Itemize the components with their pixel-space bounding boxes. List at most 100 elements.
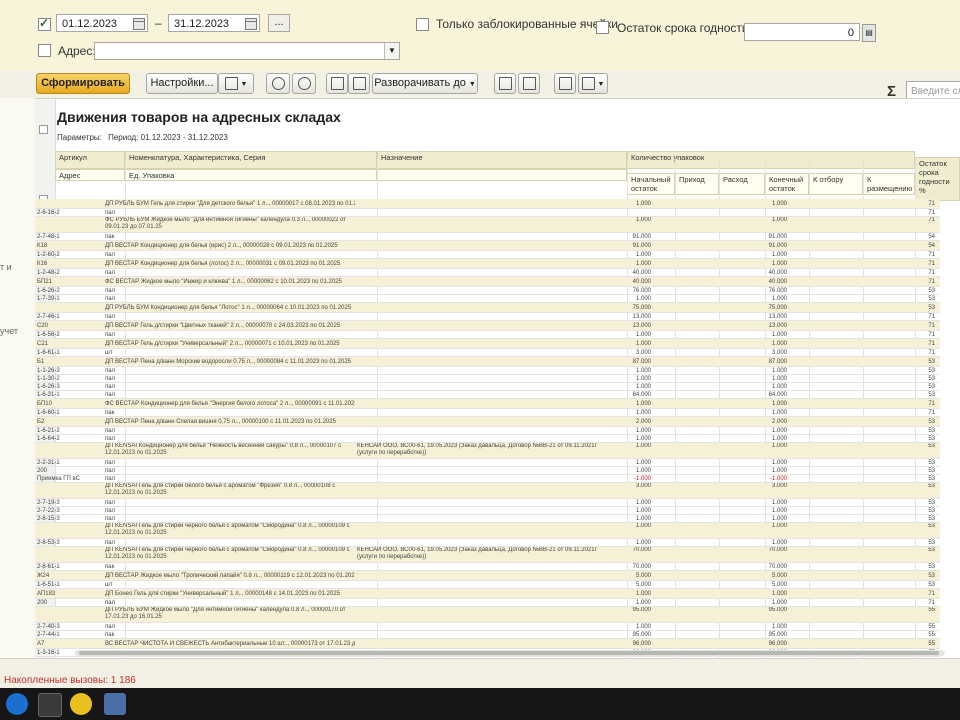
table-row-item[interactable]: К18 ДП ВЕСТАР Кондиционер для белья (ирис… bbox=[35, 241, 940, 251]
cell-open: 1.000 bbox=[635, 341, 651, 347]
cell-ost: 53 bbox=[928, 483, 935, 489]
edge-icon[interactable] bbox=[6, 693, 28, 715]
table-row-cell[interactable]: 200 пал 1.000 1.000 53 bbox=[35, 467, 940, 475]
scrollbar-thumb[interactable] bbox=[79, 651, 939, 655]
table-row-item[interactable]: АП183 ДП Бонео Гель для стирки "Универсал… bbox=[35, 589, 940, 599]
window-icon[interactable] bbox=[38, 693, 62, 717]
collapse-groups-button[interactable] bbox=[326, 73, 348, 94]
table-row-cell[interactable]: 1-6-31-1 пал 84.000 84.000 53 bbox=[35, 391, 940, 399]
period-select-button[interactable]: ... bbox=[268, 14, 290, 32]
chevron-down-icon[interactable]: ▼ bbox=[384, 43, 399, 59]
table-row-cell[interactable]: 1-2-60-2 пал 1.000 1.000 71 bbox=[35, 251, 940, 259]
expand-groups-button[interactable] bbox=[348, 73, 370, 94]
table-row-item[interactable]: Б2 ДП ВЕСТАР Пена д/ванн Спелая вишня 0.7… bbox=[35, 417, 940, 427]
shelf-life-checkbox[interactable] bbox=[596, 21, 609, 34]
cell-nom: пал bbox=[105, 516, 116, 522]
table-row-item[interactable]: ДП KENSAI Гель для стирки черного белья … bbox=[35, 523, 940, 539]
table-row-cell[interactable]: 1-6-61-1 шт 3.000 3.000 71 bbox=[35, 349, 940, 357]
generate-button[interactable]: Сформировать bbox=[36, 73, 130, 94]
table-row-cell[interactable]: 1-6-56-2 пал 1.000 1.000 71 bbox=[35, 331, 940, 339]
table-row-item[interactable]: ДП РУБЛЬ БУМ Гель для стирки "Для детско… bbox=[35, 199, 940, 209]
table-row-cell[interactable]: 2-7-46-1 пал 13.000 13.000 71 bbox=[35, 313, 940, 321]
table-row-cell[interactable]: 2-8-61-1 пак 70.000 70.000 53 bbox=[35, 563, 940, 571]
date-to-value: 31.12.2023 bbox=[174, 18, 230, 30]
report-spreadsheet[interactable]: Движения товаров на адресных складах Пар… bbox=[35, 98, 960, 659]
cell-open: 1.000 bbox=[635, 261, 651, 267]
cell-ost: 53 bbox=[928, 523, 935, 529]
header-purpose: Назначение bbox=[377, 151, 627, 169]
cell-ost: 71 bbox=[928, 279, 935, 285]
table-row-cell[interactable]: 2-8-15-3 пал 1.000 1.000 53 bbox=[35, 515, 940, 523]
address-checkbox[interactable] bbox=[38, 44, 51, 57]
table-row-item[interactable]: С21 ДП ВЕСТАР Гель д/стирки "Универсальны… bbox=[35, 339, 940, 349]
table-row-cell[interactable]: 1-6-60-1 пак 1.000 1.000 71 bbox=[35, 409, 940, 417]
table-row-item[interactable]: Б1 ДП ВЕСТАР Пена д/ванн Морские водоросл… bbox=[35, 357, 940, 367]
table-row-cell[interactable]: 1-2-48-2 пал 40.000 40.000 71 bbox=[35, 269, 940, 277]
date-to-field[interactable]: 31.12.2023 bbox=[168, 14, 260, 32]
save-button[interactable] bbox=[554, 73, 576, 94]
table-row-item[interactable]: С20 ДП ВЕСТАР Гель д/стирки "Цветных ткан… bbox=[35, 321, 940, 331]
cell-ost: 71 bbox=[928, 341, 935, 347]
1c-icon[interactable] bbox=[70, 693, 92, 715]
table-row-item[interactable]: К16 ДП ВЕСТАР Кондиционер для белья (лото… bbox=[35, 259, 940, 269]
table-row-cell[interactable]: 1-7-39-1 пал 1.000 1.000 53 bbox=[35, 295, 940, 303]
calendar-icon[interactable] bbox=[245, 18, 257, 30]
expand-to-button[interactable]: Разворачивать до ▼ bbox=[372, 73, 478, 94]
table-row-item[interactable]: ДП РУБЛЬ БУМ Кондиционер для белья "Лото… bbox=[35, 303, 940, 313]
cell-art: 2-7-40-3 bbox=[37, 624, 60, 630]
table-row-item[interactable]: Ж24 ДП ВЕСТАР Жидкое мыло "Тропический па… bbox=[35, 571, 940, 581]
table-row-item[interactable]: ДП KENSAI Гель для стирки черного белья … bbox=[35, 547, 940, 563]
only-blocked-checkbox[interactable] bbox=[416, 18, 429, 31]
table-row-cell[interactable]: 2-7-22-3 пал 1.000 1.000 53 bbox=[35, 507, 940, 515]
date-from-field[interactable]: 01.12.2023 bbox=[56, 14, 148, 32]
table-row-cell[interactable]: 2-7-48-1 пак 91.000 91.000 54 bbox=[35, 233, 940, 241]
find-button[interactable] bbox=[266, 73, 290, 94]
table-row-cell[interactable]: 2-8-53-3 пал 1.000 1.000 53 bbox=[35, 539, 940, 547]
preview-button[interactable] bbox=[518, 73, 540, 94]
table-row-cell[interactable]: 200 пал 1.000 1.000 71 bbox=[35, 599, 940, 607]
table-row-item[interactable]: ФС РУБЛЬ БУМ Жидкое мыло "Для интимной г… bbox=[35, 217, 940, 233]
cell-close: 1.000 bbox=[771, 591, 787, 597]
print-button[interactable] bbox=[494, 73, 516, 94]
table-row-cell[interactable]: 2-6-16-2 пал 71 bbox=[35, 209, 940, 217]
table-row-item[interactable]: А7 ВС ВЕСТАР ЧИСТОТА И СВЕЖЕСТЬ Антибакте… bbox=[35, 639, 940, 649]
cell-open: 70.000 bbox=[632, 547, 651, 553]
settings-button[interactable]: Настройки... bbox=[146, 73, 218, 94]
table-row-cell[interactable]: 1-1-30-2 пал 1.000 1.000 53 bbox=[35, 375, 940, 383]
table-row-cell[interactable]: 2-7-44-1 пак 95.000 95.000 55 bbox=[35, 631, 940, 639]
table-row-item[interactable]: ДП KENSAI Кондиционер для белья "Нежност… bbox=[35, 443, 940, 459]
spin-icon[interactable]: ▤ bbox=[862, 24, 876, 42]
app-icon[interactable] bbox=[104, 693, 126, 715]
shelf-life-input[interactable]: 0 bbox=[744, 23, 860, 41]
table-row-cell[interactable]: 1-6-51-1 шт 5.000 5.000 53 bbox=[35, 581, 940, 589]
cell-nom: пак bbox=[105, 410, 115, 416]
table-row-item[interactable]: ДП РУБЛЬ БУМ Жидкое мыло "Для интимной г… bbox=[35, 607, 940, 623]
variant-button[interactable]: ▼ bbox=[218, 73, 254, 94]
cell-close: 3.000 bbox=[771, 483, 787, 489]
table-row-cell[interactable]: 2-2-31-1 пал 1.000 1.000 53 bbox=[35, 459, 940, 467]
table-row-cell[interactable]: 1-1-26-3 пал 1.000 1.000 53 bbox=[35, 367, 940, 375]
table-row-cell[interactable]: 1-6-21-2 пал 1.000 1.000 53 bbox=[35, 427, 940, 435]
table-row-cell[interactable]: 2-7-19-3 пал 1.000 1.000 53 bbox=[35, 499, 940, 507]
period-checkbox[interactable] bbox=[38, 16, 51, 31]
table-row-cell[interactable]: 1-6-64-2 пал 1.000 1.000 53 bbox=[35, 435, 940, 443]
cell-open: 40.000 bbox=[632, 279, 651, 285]
table-row-item[interactable]: БП10 ФС ВЕСТАР Кондиционер для белья "Эне… bbox=[35, 399, 940, 409]
horizontal-scrollbar[interactable] bbox=[75, 650, 945, 656]
send-mail-button[interactable]: ▼ bbox=[578, 73, 608, 94]
group-toggle-icon[interactable] bbox=[39, 125, 48, 134]
table-row-item[interactable]: БП21 ФС ВЕСТАР Жидкое мыло "Инжир и клюкв… bbox=[35, 277, 940, 287]
table-row-cell[interactable]: 1-6-26-2 пал 76.000 76.000 53 bbox=[35, 287, 940, 295]
table-row-cell[interactable]: 2-7-40-3 пал 1.000 1.000 55 bbox=[35, 623, 940, 631]
cell-ost: 71 bbox=[928, 323, 935, 329]
cell-ost: 53 bbox=[928, 288, 935, 294]
calendar-icon[interactable] bbox=[133, 18, 145, 30]
cell-nom: пак bbox=[105, 234, 115, 240]
find-next-button[interactable] bbox=[292, 73, 316, 94]
address-select[interactable]: ▼ bbox=[94, 42, 400, 60]
table-row-cell[interactable]: 1-6-26-3 пал 1.000 1.000 53 bbox=[35, 383, 940, 391]
cell-close: 1.000 bbox=[771, 261, 787, 267]
table-row-item[interactable]: ДП KENSAI Гель для стирки белого белья с… bbox=[35, 483, 940, 499]
table-row-cell[interactable]: Приемка ГП вС пал -1.000 -1.000 53 bbox=[35, 475, 940, 483]
cell-close: 1.000 bbox=[771, 516, 787, 522]
